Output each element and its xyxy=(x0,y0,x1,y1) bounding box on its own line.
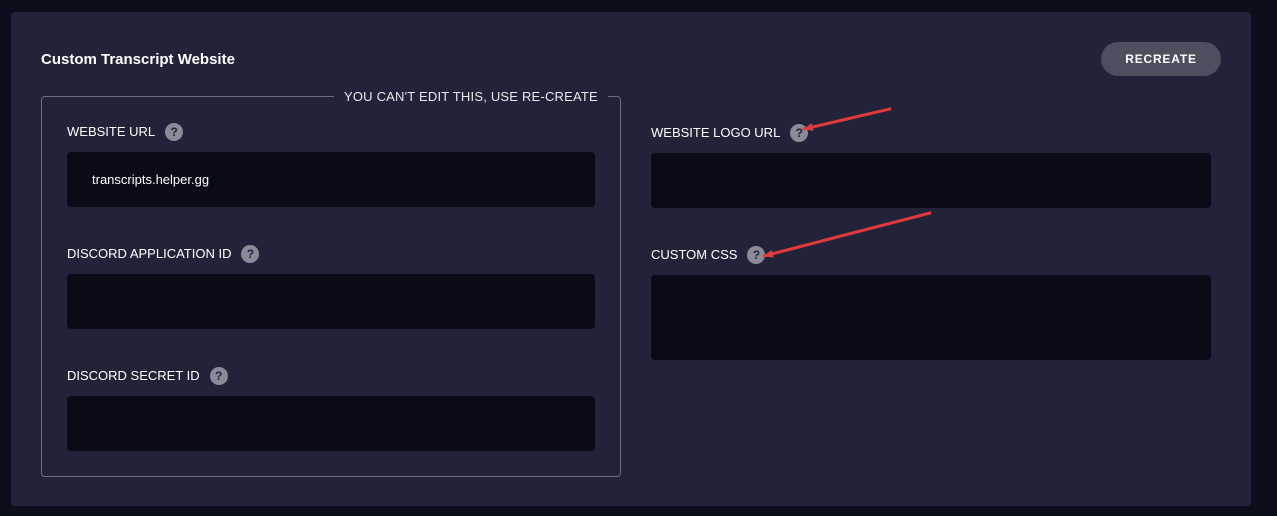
website-url-label: WEBSITE URL ? xyxy=(67,123,184,141)
website-url-input[interactable] xyxy=(67,152,595,207)
discord-application-id-label-text: DISCORD APPLICATION ID xyxy=(67,246,232,261)
custom-css-help-icon[interactable]: ? xyxy=(747,246,766,264)
discord-secret-id-label: DISCORD SECRET ID ? xyxy=(67,367,228,385)
website-url-label-text: WEBSITE URL xyxy=(67,124,156,139)
discord-application-id-label: DISCORD APPLICATION ID ? xyxy=(67,245,260,263)
discord-secret-id-label-text: DISCORD SECRET ID xyxy=(67,368,200,383)
discord-application-id-input[interactable] xyxy=(67,274,595,329)
custom-css-label: CUSTOM CSS ? xyxy=(651,246,766,264)
custom-css-textarea[interactable] xyxy=(651,275,1211,360)
website-logo-url-label: WEBSITE LOGO URL ? xyxy=(651,124,809,142)
custom-css-label-text: CUSTOM CSS xyxy=(651,247,738,262)
website-logo-url-input[interactable] xyxy=(651,153,1211,208)
discord-application-id-help-icon[interactable]: ? xyxy=(241,245,260,263)
discord-secret-id-help-icon[interactable]: ? xyxy=(209,367,228,385)
website-url-help-icon[interactable]: ? xyxy=(165,123,184,141)
website-logo-url-help-icon[interactable]: ? xyxy=(790,124,809,142)
panel-title: Custom Transcript Website xyxy=(41,51,235,68)
recreate-button[interactable]: RECREATE xyxy=(1101,42,1221,76)
locked-group-legend: YOU CAN'T EDIT THIS, USE RE-CREATE xyxy=(334,88,608,105)
custom-transcript-website-panel: Custom Transcript Website RECREATE YOU C… xyxy=(11,12,1251,506)
website-logo-url-label-text: WEBSITE LOGO URL xyxy=(651,125,781,140)
discord-secret-id-input[interactable] xyxy=(67,396,595,451)
